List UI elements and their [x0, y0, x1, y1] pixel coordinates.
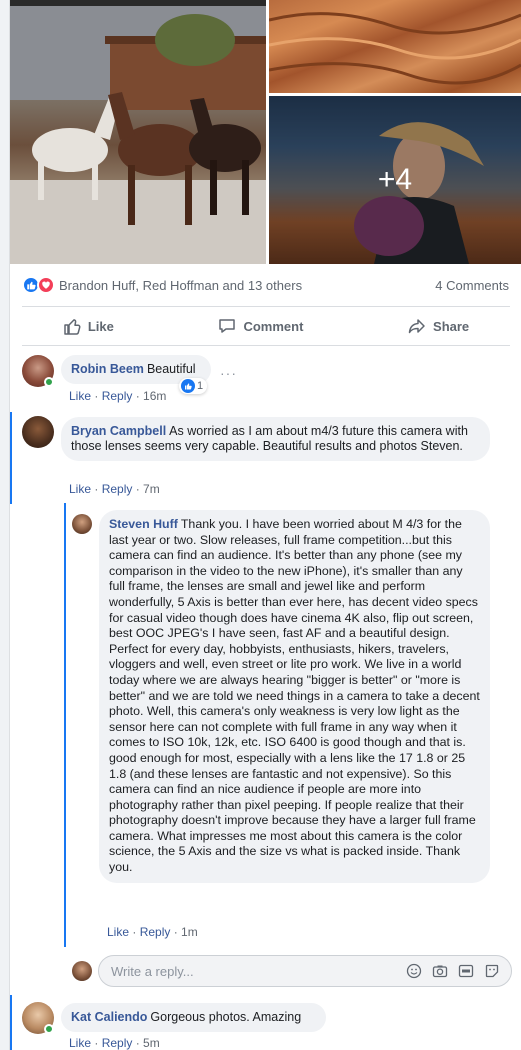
photo-grid: +4	[10, 0, 521, 264]
current-user-avatar	[72, 961, 92, 981]
sticker-icon[interactable]	[483, 962, 501, 980]
thumbs-up-icon	[64, 319, 81, 335]
comment-time[interactable]: 7m	[143, 482, 160, 496]
comment-reply-link[interactable]: Reply	[102, 389, 133, 403]
comment-reply-link[interactable]: Reply	[102, 1036, 133, 1050]
photo-desert[interactable]	[269, 0, 521, 93]
reactions-summary: Brandon Huff, Red Hoffman and 13 others …	[10, 264, 521, 306]
reactions-group[interactable]: Brandon Huff, Red Hoffman and 13 others	[22, 276, 302, 294]
reaction-count: 1	[197, 380, 204, 392]
comment-text: Beautiful	[146, 362, 196, 376]
photo-top-strip	[10, 0, 266, 6]
reply-input[interactable]	[111, 963, 405, 979]
like-reaction-icon	[181, 379, 195, 393]
desert-illustration	[269, 12, 521, 85]
comment-text: Gorgeous photos. Amazing	[150, 1010, 302, 1024]
thread-rail	[10, 995, 12, 1050]
like-button[interactable]: Like	[62, 316, 114, 336]
comment-bubble: Kat Caliendo Gorgeous photos. Amazing	[61, 1003, 326, 1032]
comment-meta: Like · Reply · 5m	[69, 1036, 160, 1050]
composer-tools	[405, 962, 511, 980]
comment-reaction-badge[interactable]: 1	[179, 378, 208, 394]
comment-author[interactable]: Bryan Campbell	[71, 424, 166, 438]
emoji-icon[interactable]	[405, 962, 423, 980]
horses-illustration	[10, 0, 266, 264]
comment-author[interactable]: Robin Beem	[71, 362, 144, 376]
comment-button[interactable]: Comment	[217, 316, 303, 336]
share-label: Share	[433, 318, 470, 334]
comment-like-link[interactable]: Like	[107, 925, 129, 939]
love-reaction-icon	[37, 276, 55, 294]
photo-horses[interactable]	[10, 0, 266, 264]
comment-meta: Like · Reply · 7m	[69, 482, 160, 496]
reply-rail	[64, 503, 66, 947]
comment-bubble: Bryan Campbell As worried as I am about m…	[61, 417, 490, 461]
reactors-text[interactable]: Brandon Huff, Red Hoffman and 13 others	[59, 278, 302, 293]
online-status-icon	[44, 1024, 54, 1034]
comment-time[interactable]: 1m	[181, 925, 198, 939]
avatar[interactable]	[72, 514, 92, 534]
comment-icon	[219, 319, 236, 333]
more-photos-overlay[interactable]: +4	[269, 96, 521, 264]
gif-icon[interactable]	[457, 962, 475, 980]
comment-reply-link[interactable]: Reply	[102, 482, 133, 496]
reply-bubble: Steven Huff Thank you. I have been worrie…	[99, 510, 490, 883]
camera-icon[interactable]	[431, 962, 449, 980]
comment-time[interactable]: 16m	[143, 389, 166, 403]
comment-text: Thank you. I have been worried about M 4…	[109, 517, 480, 875]
comment-reply-link[interactable]: Reply	[140, 925, 171, 939]
like-label: Like	[87, 318, 114, 334]
comment-like-link[interactable]: Like	[69, 1036, 91, 1050]
share-icon	[408, 319, 425, 334]
avatar[interactable]	[22, 416, 54, 448]
photo-portrait[interactable]: +4	[269, 96, 521, 264]
comment-count[interactable]: 4 Comments	[435, 278, 509, 293]
comment-time[interactable]: 5m	[143, 1036, 160, 1050]
more-options-icon[interactable]: ···	[220, 365, 237, 381]
divider-bottom	[22, 345, 510, 346]
thread-rail	[10, 412, 12, 504]
online-status-icon	[44, 377, 54, 387]
comment-author[interactable]: Kat Caliendo	[71, 1010, 147, 1024]
comment-like-link[interactable]: Like	[69, 389, 91, 403]
left-gutter	[0, 0, 10, 1050]
comment-author[interactable]: Steven Huff	[109, 517, 178, 531]
post-action-bar: Like Comment Share	[10, 307, 521, 345]
reply-composer	[98, 955, 512, 987]
comment-label: Comment	[243, 318, 304, 334]
share-button[interactable]: Share	[407, 316, 469, 336]
comment-meta: Like · Reply · 16m	[69, 389, 167, 403]
more-photos-count: +4	[377, 163, 413, 196]
comment-like-link[interactable]: Like	[69, 482, 91, 496]
reply-meta: Like · Reply · 1m	[107, 925, 198, 939]
